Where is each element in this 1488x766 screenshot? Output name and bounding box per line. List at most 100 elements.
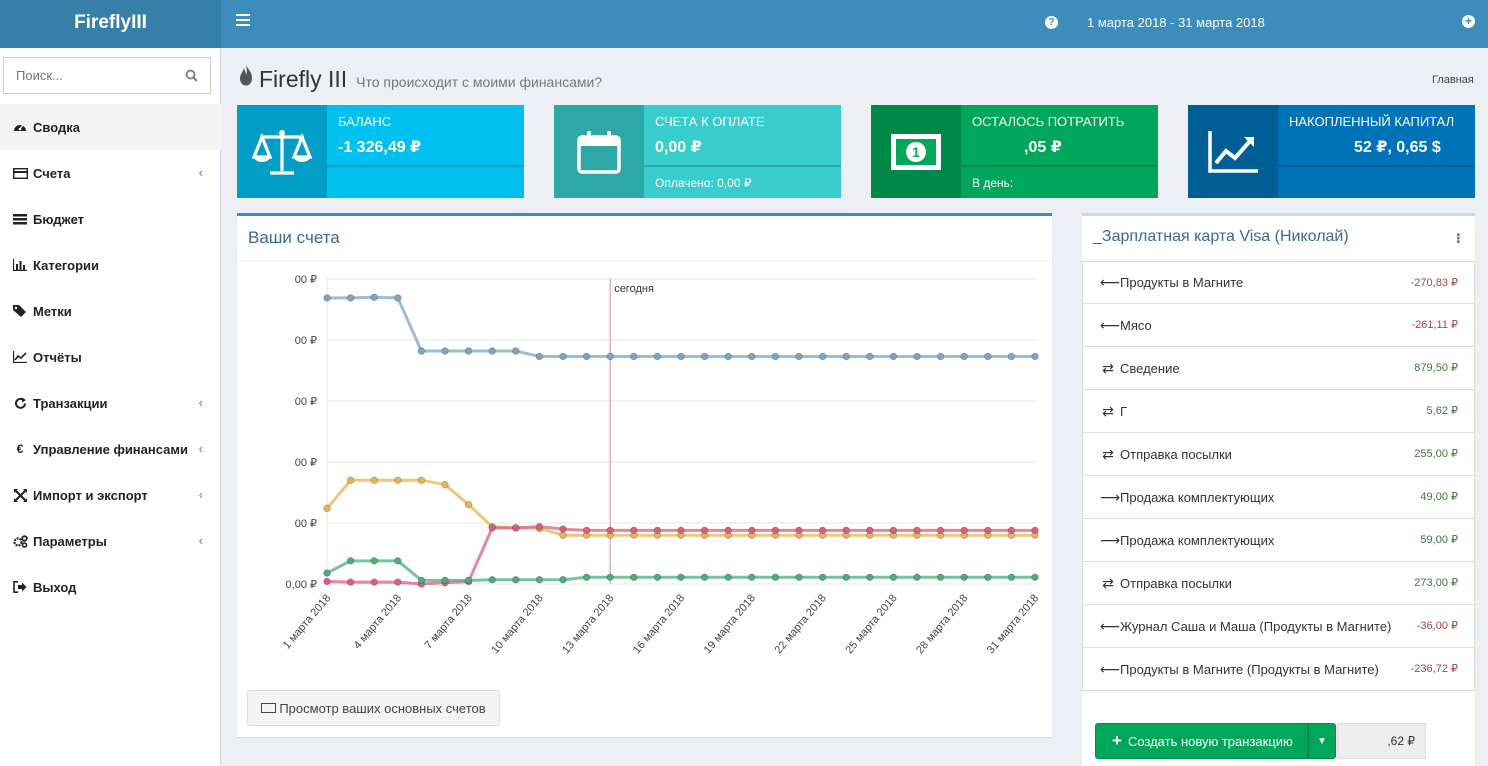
- sidebar-toggle-icon[interactable]: [236, 14, 250, 28]
- data-point: [559, 576, 567, 584]
- more-options-icon[interactable]: ⁝: [1456, 230, 1461, 247]
- search-input[interactable]: [4, 58, 164, 93]
- info-box-value: ,05 ₽: [1024, 139, 1062, 156]
- firefly-flame-icon: [240, 64, 252, 86]
- help-icon[interactable]: ?: [1045, 16, 1058, 29]
- transaction-amount: 59,00 ₽: [1420, 534, 1458, 546]
- transaction-row[interactable]: ⟶ Продажа комплектующих 59,00 ₽: [1082, 519, 1475, 562]
- search-icon[interactable]: [185, 69, 198, 82]
- info-box-label: СЧЕТА К ОПЛАТЕ: [655, 114, 765, 129]
- sidebar-item-reports[interactable]: Отчёты: [0, 334, 221, 380]
- info-box-net-worth[interactable]: НАКОПЛЕННЫЙ КАПИТАЛ 52 ₽, 0,65 $: [1188, 105, 1475, 198]
- data-point: [960, 526, 968, 535]
- create-transaction-label: Создать новую транзакцию: [1127, 733, 1293, 749]
- sidebar-item-label: Счета: [33, 165, 71, 181]
- data-point: [535, 352, 544, 361]
- transaction-row[interactable]: ⇄ Отправка посылки 255,00 ₽: [1082, 433, 1475, 476]
- data-point: [677, 352, 685, 361]
- sign-out-icon: [12, 580, 28, 594]
- sidebar-item-label: Транзакции: [33, 395, 108, 411]
- data-point: [512, 524, 520, 532]
- create-transaction-dropdown[interactable]: ▼: [1308, 723, 1336, 759]
- data-point: [724, 352, 732, 361]
- transaction-description[interactable]: Журнал Саша и Маша (Продукты в Магните): [1120, 619, 1391, 634]
- info-box-divider: [1278, 165, 1475, 167]
- data-point: [1007, 573, 1016, 581]
- line-chart-icon: [12, 350, 28, 364]
- data-point: [582, 526, 591, 535]
- data-point: [346, 557, 355, 565]
- chevron-left-icon: ‹: [198, 533, 203, 548]
- data-point: [394, 476, 402, 484]
- transaction-row[interactable]: ⇄ Сведение 879,50 ₽: [1082, 347, 1475, 390]
- transaction-amount: -36,00 ₽: [1416, 620, 1458, 632]
- sidebar-item-tags[interactable]: Метки: [0, 288, 221, 334]
- transaction-row[interactable]: ⟵ Мясо -261,11 ₽: [1082, 304, 1475, 347]
- chevron-left-icon: ‹: [198, 487, 203, 502]
- sidebar-item-import-export[interactable]: Импорт и экспорт ‹: [0, 472, 221, 518]
- info-box-bills[interactable]: СЧЕТА К ОПЛАТЕ 0,00 ₽ Оплачено: 0,00 ₽: [554, 105, 841, 198]
- today-marker-label: сегодня: [614, 283, 654, 295]
- transaction-row[interactable]: ⟵ Продукты в Магните (Продукты в Магните)…: [1082, 648, 1475, 691]
- add-icon[interactable]: +: [1462, 15, 1475, 28]
- info-box-balance[interactable]: БАЛАНС -1 326,49 ₽: [237, 105, 524, 198]
- info-box-icon-area: [237, 105, 327, 198]
- transaction-row[interactable]: ⟵ Журнал Саша и Маша (Продукты в Магните)…: [1082, 605, 1475, 648]
- sidebar-item-logout[interactable]: Выход: [0, 564, 221, 610]
- info-box-icon-area: [554, 105, 644, 198]
- sidebar-menu: Сводка Счета ‹ Бюджет Категории Метки От…: [0, 104, 221, 610]
- info-box-value: -1 326,49 ₽: [338, 139, 422, 156]
- sidebar-item-budgets[interactable]: Бюджет: [0, 196, 221, 242]
- data-point: [464, 500, 473, 509]
- svg-text:1: 1: [912, 144, 920, 160]
- bar-chart-icon: [12, 258, 28, 272]
- date-range-picker[interactable]: 1 марта 2018 - 31 марта 2018: [1087, 15, 1265, 30]
- transaction-row[interactable]: ⟶ Продажа комплектующих 49,00 ₽: [1082, 476, 1475, 519]
- data-point: [488, 524, 496, 532]
- data-point: [630, 573, 638, 581]
- create-transaction-button[interactable]: + Создать новую транзакцию: [1095, 723, 1308, 759]
- transaction-description[interactable]: Отправка посылки: [1120, 576, 1232, 591]
- balance-scale-icon: [252, 129, 312, 175]
- data-point: [559, 352, 567, 361]
- sidebar-item-money-management[interactable]: € Управление финансами ‹: [0, 426, 221, 472]
- sidebar-item-accounts[interactable]: Счета ‹: [0, 150, 221, 196]
- transaction-description[interactable]: Г: [1120, 404, 1127, 419]
- data-point: [771, 573, 780, 581]
- account-transactions-box: _Зарплатная карта Visa (Николай) ⁝ ⟵ Прод…: [1082, 213, 1475, 766]
- x-tick-label: 1 марта 2018: [281, 592, 333, 651]
- app-logo[interactable]: FireflyIII: [0, 0, 221, 48]
- sidebar-item-transactions[interactable]: Транзакции ‹: [0, 380, 221, 426]
- accounts-line-chart[interactable]: 00 ₽ 00 ₽ 00 ₽ 00 ₽ 00 ₽ 0,00 ₽1 марта 2018 4 …: [237, 264, 1052, 684]
- view-asset-accounts-button[interactable]: Просмотр ваших основных счетов: [247, 690, 500, 726]
- y-tick-label: 00 ₽: [295, 274, 317, 286]
- data-point: [889, 573, 898, 581]
- transaction-description[interactable]: Продажа комплектующих: [1120, 490, 1274, 505]
- transaction-description[interactable]: Отправка посылки: [1120, 447, 1232, 462]
- transaction-row[interactable]: ⟵ Продукты в Магните -270,83 ₽: [1082, 261, 1475, 304]
- data-point: [700, 352, 709, 361]
- transaction-row[interactable]: ⇄ Г 5,62 ₽: [1082, 390, 1475, 433]
- sidebar-item-preferences[interactable]: Параметры ‹: [0, 518, 221, 564]
- repeat-icon: [12, 396, 28, 410]
- sidebar-item-categories[interactable]: Категории: [0, 242, 221, 288]
- money-icon: 1: [891, 133, 941, 170]
- transaction-description[interactable]: Продукты в Магните: [1120, 275, 1243, 290]
- transaction-row[interactable]: ⇄ Отправка посылки 273,00 ₽: [1082, 562, 1475, 605]
- sidebar-item-dashboard[interactable]: Сводка: [0, 104, 221, 150]
- breadcrumb[interactable]: Главная: [1432, 74, 1474, 86]
- data-point: [630, 352, 638, 361]
- data-point: [653, 573, 662, 581]
- transaction-description[interactable]: Продажа комплектующих: [1120, 533, 1274, 548]
- info-box-left-to-spend[interactable]: 1 ОСТАЛОСЬ ПОТРАТИТЬ ,05 ₽ В день:: [871, 105, 1158, 198]
- sidebar-item-label: Отчёты: [33, 349, 82, 365]
- transaction-description[interactable]: Мясо: [1120, 318, 1152, 333]
- data-point: [512, 576, 520, 584]
- x-tick-label: 31 марта 2018: [985, 592, 1041, 656]
- euro-icon: €: [16, 442, 24, 456]
- transaction-description[interactable]: Сведение: [1120, 361, 1180, 376]
- account-panel-title[interactable]: _Зарплатная карта Visa (Николай): [1093, 228, 1349, 246]
- data-point: [370, 557, 378, 565]
- withdrawal-arrow-icon: ⟵: [1100, 274, 1121, 290]
- transaction-description[interactable]: Продукты в Магните (Продукты в Магните): [1120, 662, 1379, 677]
